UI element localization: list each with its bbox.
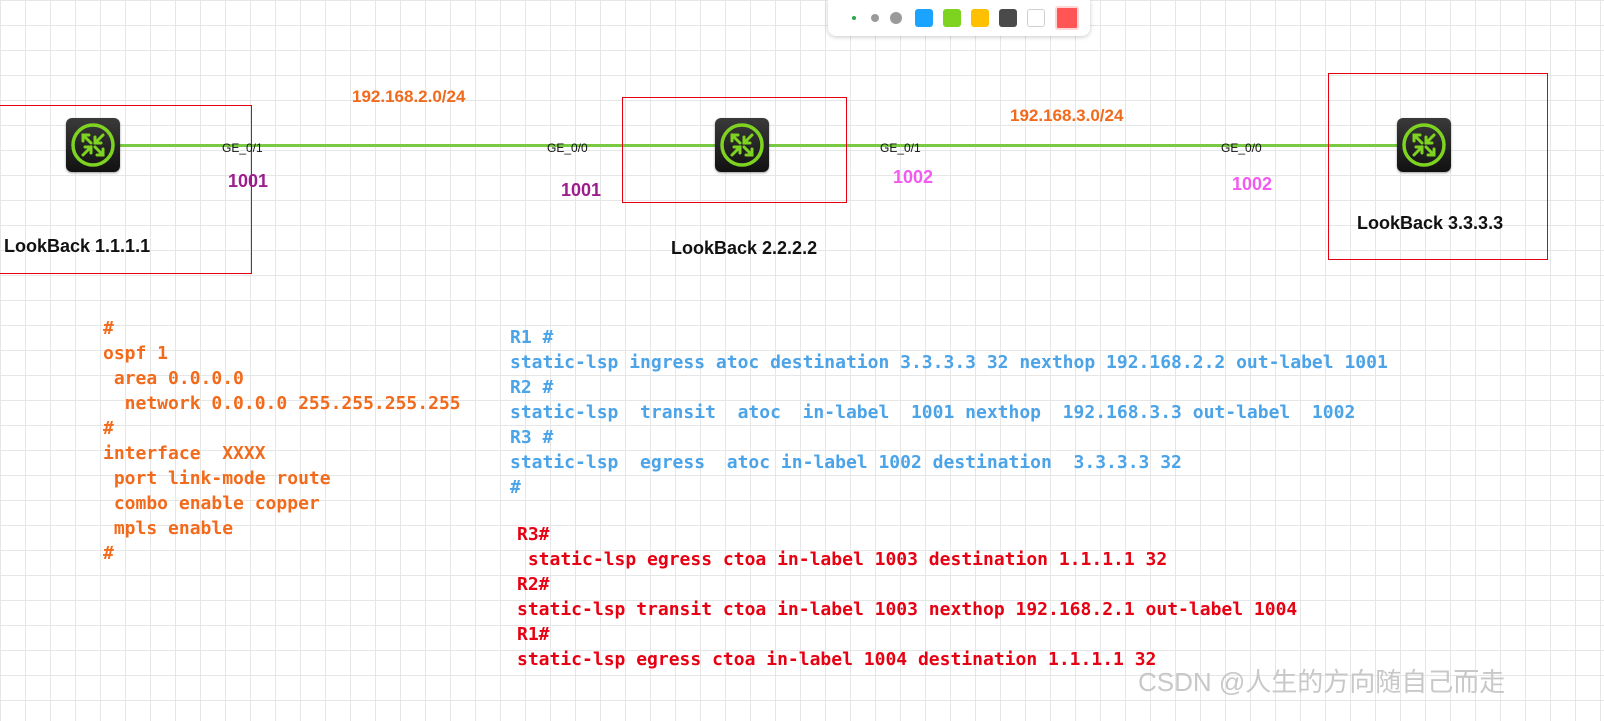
color-swatch-red[interactable] bbox=[1055, 6, 1079, 30]
color-swatch-white[interactable] bbox=[1027, 9, 1045, 27]
ctoa-lsp-config-block: R3# static-lsp egress ctoa in-label 1003… bbox=[517, 524, 1298, 670]
network-label-left: 192.168.2.0/24 bbox=[352, 87, 466, 106]
interface-label-r1-ge01: GE_0/1 bbox=[222, 141, 263, 155]
ospf-config-block: # ospf 1 area 0.0.0.0 network 0.0.0.0 25… bbox=[103, 318, 461, 564]
router-r3[interactable] bbox=[1397, 118, 1451, 172]
loopback-label-r2: LookBack 2.2.2.2 bbox=[671, 238, 818, 258]
network-label-right: 192.168.3.0/24 bbox=[1010, 106, 1124, 125]
stroke-size-small-dot[interactable] bbox=[852, 16, 856, 20]
router-icon bbox=[71, 123, 115, 167]
router-r2[interactable] bbox=[715, 118, 769, 172]
atoc-lsp-config-block: R1 # static-lsp ingress atoc destination… bbox=[510, 327, 1388, 498]
router-r1[interactable] bbox=[66, 118, 120, 172]
interface-label-r2-ge00: GE_0/0 bbox=[547, 141, 588, 155]
mpls-label-r1-out: 1001 bbox=[228, 171, 269, 191]
color-swatch-yellow[interactable] bbox=[971, 9, 989, 27]
mpls-label-r2-in: 1001 bbox=[561, 180, 602, 200]
color-swatch-green[interactable] bbox=[943, 9, 961, 27]
color-swatch-blue[interactable] bbox=[915, 9, 933, 27]
color-swatch-dark[interactable] bbox=[999, 9, 1017, 27]
mpls-label-r2-out: 1002 bbox=[893, 167, 934, 187]
router-icon bbox=[1402, 123, 1446, 167]
stroke-size-large-dot[interactable] bbox=[890, 12, 902, 24]
watermark: CSDN @人生的方向随自己而走 bbox=[1138, 667, 1506, 697]
interface-label-r2-ge01: GE_0/1 bbox=[880, 141, 921, 155]
mpls-label-r3-in: 1002 bbox=[1232, 174, 1273, 194]
loopback-label-r1: LookBack 1.1.1.1 bbox=[4, 236, 151, 256]
stroke-size-medium-dot[interactable] bbox=[871, 14, 879, 22]
router-icon bbox=[720, 123, 764, 167]
loopback-label-r3: LookBack 3.3.3.3 bbox=[1357, 213, 1504, 233]
interface-label-r3-ge00: GE_0/0 bbox=[1221, 141, 1262, 155]
color-palette-toolbar bbox=[828, 0, 1090, 36]
